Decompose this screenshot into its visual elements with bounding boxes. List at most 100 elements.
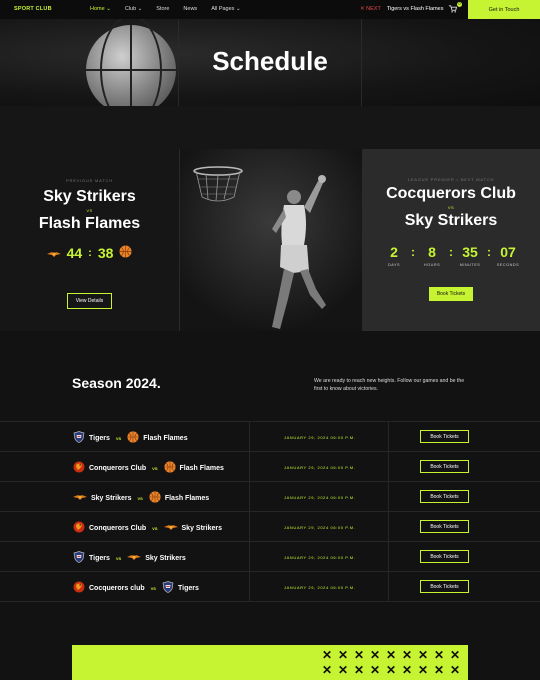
fixture-date: JANUARY 29, 2024 06:00 P.M. xyxy=(284,495,356,500)
cart-icon[interactable]: 0 xyxy=(448,2,462,14)
countdown-minutes: 35 MINUTES xyxy=(459,244,481,267)
fixture-row: Cocquerors club VS Tigers JANUARY 29, 20… xyxy=(0,571,540,601)
fixture-book-tickets-button[interactable]: Book Tickets xyxy=(420,430,469,443)
page-title: Schedule xyxy=(212,46,328,76)
next-match-card: LEAGUE PREMIER • NEXT MATCH Cocquerors C… xyxy=(362,149,540,331)
next-tag: ✕ NEXT xyxy=(360,6,381,12)
fixture-book-tickets-button[interactable]: Book Tickets xyxy=(420,580,469,593)
next-match-ticker[interactable]: ✕ NEXT Tigers vs Flash Flames xyxy=(360,6,443,12)
fixture-date: JANUARY 29, 2024 06:00 P.M. xyxy=(284,585,356,590)
wings-icon xyxy=(73,493,87,503)
previous-vs: VS xyxy=(86,208,93,213)
oriole-icon xyxy=(73,461,85,475)
season-description: We are ready to reach new heights. Follo… xyxy=(314,378,465,392)
menu-item-news[interactable]: News xyxy=(183,6,197,12)
ball-icon xyxy=(163,461,176,475)
column-divider xyxy=(249,422,250,451)
fixture-date: JANUARY 29, 2024 06:00 P.M. xyxy=(284,435,356,440)
fixture-team2: Sky Strikers xyxy=(145,554,186,562)
player-dunk-photo xyxy=(180,149,362,331)
x-mark: ✕ xyxy=(370,648,381,662)
column-divider xyxy=(249,452,250,481)
fixture-teams: Conquerors Club VS Sky Strikers xyxy=(73,521,222,535)
fixture-date: JANUARY 29, 2024 06:00 P.M. xyxy=(284,555,356,560)
fixture-row: Sky Strikers VS Flash Flames JANUARY 29,… xyxy=(0,481,540,511)
fixture-row: Conquerors Club VS Sky Strikers JANUARY … xyxy=(0,511,540,541)
fixture-book-tickets-button[interactable]: Book Tickets xyxy=(420,460,469,473)
column-divider xyxy=(388,572,389,601)
fixture-team1: Tigers xyxy=(89,434,110,442)
x-mark: ✕ xyxy=(354,663,365,677)
column-divider xyxy=(388,452,389,481)
fixture-book-tickets-button[interactable]: Book Tickets xyxy=(420,490,469,503)
column-divider xyxy=(388,482,389,511)
fixture-team2: Tigers xyxy=(177,584,199,592)
x-mark: ✕ xyxy=(386,648,397,662)
fixture-row: Tigers VS Sky Strikers JANUARY 29, 2024 … xyxy=(0,541,540,571)
fixture-date: JANUARY 29, 2024 06:00 P.M. xyxy=(284,525,356,530)
player-silhouette xyxy=(180,149,362,331)
shield-icon xyxy=(73,431,85,445)
hero-banner: Schedule xyxy=(0,19,540,106)
shield-icon xyxy=(73,551,85,565)
x-mark: ✕ xyxy=(322,648,333,662)
fixture-teams: Tigers VS Sky Strikers xyxy=(73,551,186,565)
fixture-team1: Sky Strikers xyxy=(91,494,132,502)
ball-icon xyxy=(127,431,139,445)
x-mark: ✕ xyxy=(354,648,365,662)
x-mark: ✕ xyxy=(386,663,397,677)
next-match-name[interactable]: Tigers vs Flash Flames xyxy=(387,6,444,12)
wings-icon xyxy=(163,523,178,533)
x-mark: ✕ xyxy=(338,648,349,662)
book-tickets-button[interactable]: Book Tickets xyxy=(428,287,474,301)
score-team1: 44 xyxy=(66,245,83,261)
fixture-teams: Conquerors Club VS Flash Flames xyxy=(73,461,224,475)
x-mark: ✕ xyxy=(338,663,349,677)
fixture-team1: Cocquerors club xyxy=(89,584,145,592)
column-divider xyxy=(249,572,250,601)
x-mark: ✕ xyxy=(402,663,413,677)
fixture-row: Conquerors Club VS Flash Flames JANUARY … xyxy=(0,451,540,481)
match-countdown: 2 DAYS : 8 HOURS : 35 MINUTES : 07 SECONDS xyxy=(362,244,540,267)
x-mark: ✕ xyxy=(418,663,429,677)
column-divider xyxy=(249,512,250,541)
countdown-separator: : xyxy=(449,245,453,259)
fixture-vs: VS xyxy=(152,525,158,531)
x-mark: ✕ xyxy=(370,663,381,677)
fixture-book-tickets-button[interactable]: Book Tickets xyxy=(420,550,469,563)
menu-item-store[interactable]: Store xyxy=(156,6,169,12)
next-match-label: LEAGUE PREMIER • NEXT MATCH xyxy=(407,177,495,182)
score-separator: : xyxy=(88,247,92,259)
menu-item-all-pages[interactable]: All Pages ⌄ xyxy=(211,6,240,12)
season-title: Season 2024. xyxy=(72,375,161,391)
fixture-vs: VS xyxy=(150,585,156,591)
menu-item-home[interactable]: Home ⌄ xyxy=(90,6,111,12)
menu-item-club[interactable]: Club ⌄ xyxy=(125,6,142,12)
fixture-date: JANUARY 29, 2024 06:00 P.M. xyxy=(284,465,356,470)
match-panels: PREVIOUS MATCH Sky Strikers VS Flash Fla… xyxy=(0,149,540,331)
fixtures-table: Tigers VS Flash Flames JANUARY 29, 2024 … xyxy=(0,421,540,602)
fixture-book-tickets-button[interactable]: Book Tickets xyxy=(420,520,469,533)
brand-logo[interactable]: SPORT CLUB xyxy=(14,6,52,12)
column-divider xyxy=(249,542,250,571)
x-pattern-decoration: ✕ ✕ ✕ ✕ ✕ ✕ ✕ ✕ ✕ ✕ ✕ ✕ ✕ ✕ ✕ ✕ ✕ ✕ xyxy=(322,649,466,677)
wings-icon xyxy=(46,245,61,261)
view-details-button[interactable]: View Details xyxy=(66,293,113,309)
final-score: 44 : 38 xyxy=(0,245,179,261)
fixture-team2: Flash Flames xyxy=(143,434,188,442)
fixture-vs: VS xyxy=(115,555,122,561)
fixture-vs: VS xyxy=(115,435,122,441)
fixture-vs: VS xyxy=(137,495,143,501)
x-mark: ✕ xyxy=(418,648,429,662)
fixture-team2: Flash Flames xyxy=(179,464,224,472)
fixture-teams: Sky Strikers VS Flash Flames xyxy=(73,491,209,505)
cart-count-badge: 0 xyxy=(457,2,462,7)
x-mark: ✕ xyxy=(450,648,461,662)
get-in-touch-button[interactable]: Get in Touch xyxy=(468,0,540,19)
top-navigation: SPORT CLUB Home ⌄ Club ⌄ Store News All … xyxy=(0,0,540,19)
next-vs: VS xyxy=(447,205,455,210)
fixture-team1: Conquerors Club xyxy=(89,464,147,472)
countdown-days: 2 DAYS xyxy=(387,244,401,267)
column-divider xyxy=(388,512,389,541)
oriole-icon xyxy=(73,521,85,535)
